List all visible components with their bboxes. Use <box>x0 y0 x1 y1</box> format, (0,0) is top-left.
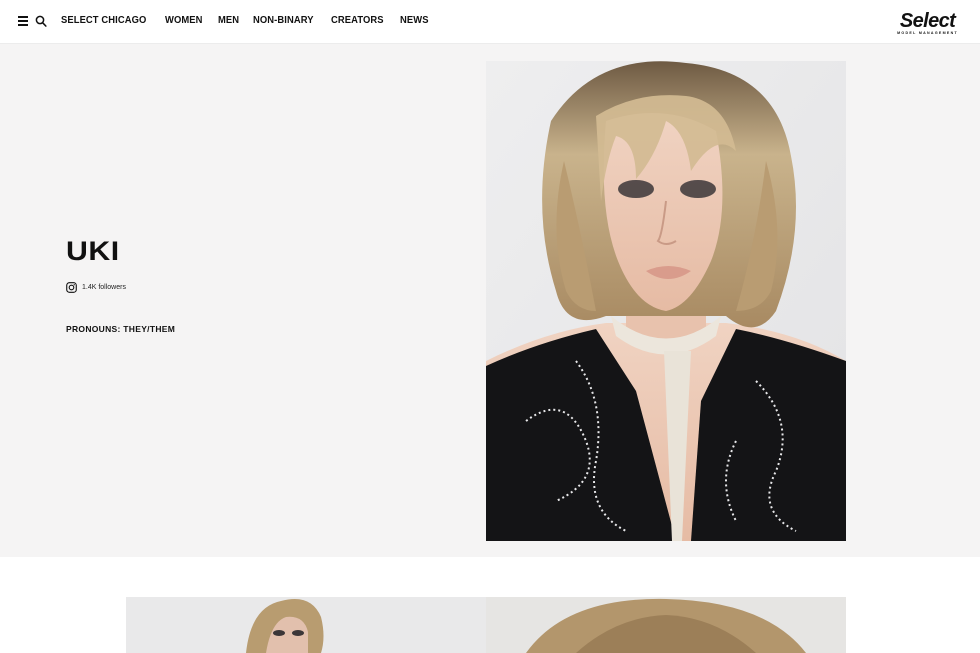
instagram-link[interactable]: 1.4K followers <box>66 282 126 293</box>
site-header: SELECT CHICAGO WOMEN MEN NON-BINARY CREA… <box>0 0 980 44</box>
logo-subtitle: MODEL MANAGEMENT <box>897 31 958 35</box>
select-logo[interactable]: Select MODEL MANAGEMENT <box>897 10 958 35</box>
nav-women[interactable]: WOMEN <box>165 15 203 26</box>
instagram-followers: 1.4K followers <box>82 284 126 291</box>
model-name: UKI <box>66 236 120 266</box>
gallery-image[interactable] <box>126 597 486 653</box>
instagram-icon <box>66 282 77 293</box>
photo-gallery <box>126 597 846 653</box>
model-portrait-image[interactable] <box>486 61 846 541</box>
nav-creators[interactable]: CREATORS <box>331 15 384 26</box>
logo-wordmark: Select <box>899 10 956 32</box>
nav-non-binary[interactable]: NON-BINARY <box>253 15 314 26</box>
gallery-image[interactable] <box>486 597 846 653</box>
nav-men[interactable]: MEN <box>218 15 239 26</box>
pronouns-label: PRONOUNS: THEY/THEM <box>66 324 176 334</box>
nav-select-chicago[interactable]: SELECT CHICAGO <box>61 15 146 26</box>
hamburger-menu-icon[interactable] <box>18 16 28 26</box>
main-nav: SELECT CHICAGO WOMEN MEN NON-BINARY CREA… <box>61 15 430 26</box>
nav-news[interactable]: NEWS <box>400 15 429 26</box>
search-icon[interactable] <box>35 14 47 28</box>
